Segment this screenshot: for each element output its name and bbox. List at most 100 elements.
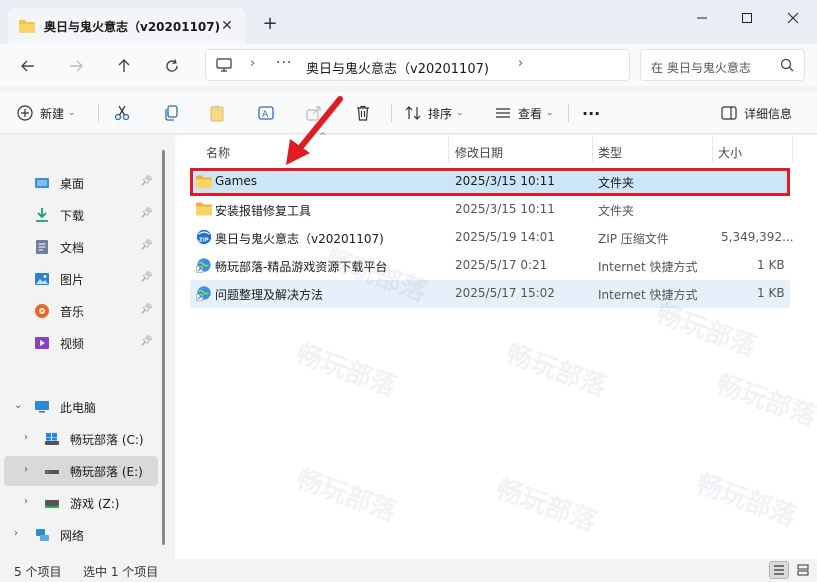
sidebar-item-desktop[interactable]: 桌面 📌︎ (4, 168, 158, 198)
share-button[interactable] (305, 100, 323, 126)
desktop-icon (35, 178, 49, 188)
breadcrumb-chevron-icon[interactable]: › (250, 56, 255, 71)
pin-icon[interactable]: 📌︎ (140, 272, 153, 284)
close-tab-icon[interactable]: ✕ (218, 17, 236, 35)
pin-icon[interactable]: 📌︎ (140, 240, 153, 252)
copy-button[interactable] (162, 100, 180, 126)
paste-icon (210, 105, 224, 122)
pin-icon[interactable]: 📌︎ (140, 336, 153, 348)
watermark-text: 畅玩部落 (492, 473, 601, 538)
details-pane-button[interactable]: 详细信息 (720, 100, 792, 126)
share-icon (306, 106, 321, 121)
column-divider[interactable] (792, 135, 793, 163)
sidebar-item-music[interactable]: 音乐 📌︎ (4, 296, 158, 326)
column-header-type[interactable]: 类型 (598, 141, 622, 165)
sidebar-item-pictures[interactable]: 图片 📌︎ (4, 264, 158, 294)
breadcrumb-current-folder[interactable]: 奥日与鬼火意志（v20201107) (306, 58, 489, 77)
back-arrow-icon[interactable] (14, 52, 42, 80)
table-row[interactable]: ZIP 奥日与鬼火意志（v20201107) 2025/5/19 14:01 Z… (190, 224, 794, 252)
column-divider[interactable] (712, 135, 713, 163)
pin-icon[interactable]: 📌︎ (140, 304, 153, 316)
file-type: 文件夹 (598, 204, 635, 218)
refresh-icon[interactable] (158, 52, 186, 80)
column-divider[interactable] (448, 135, 449, 163)
sort-ascending-icon: ^ (319, 132, 327, 142)
pin-icon[interactable]: 📌︎ (140, 208, 153, 220)
sidebar-item-drive-z[interactable]: › 游戏 (Z:) (4, 488, 158, 518)
chevron-right-icon[interactable]: › (24, 496, 28, 507)
file-type: 文件夹 (598, 176, 635, 190)
chevron-down-icon[interactable]: ⌄ (14, 400, 22, 411)
view-button-label: 查看 (518, 106, 543, 121)
new-button[interactable]: 新建 ⌄ (16, 100, 76, 126)
chevron-down-icon: ⌄ (456, 108, 464, 118)
search-box[interactable]: 在 奥日与鬼火意志 (640, 49, 805, 81)
details-view-icon[interactable] (769, 561, 789, 579)
file-size: 1 KB (757, 286, 785, 300)
column-header-size[interactable]: 大小 (718, 141, 742, 165)
column-divider[interactable] (592, 135, 593, 163)
file-date: 2025/5/19 14:01 (455, 230, 555, 244)
chevron-right-icon[interactable]: › (14, 528, 18, 539)
address-bar[interactable]: › ··· 奥日与鬼火意志（v20201107) › (205, 49, 630, 81)
up-arrow-icon[interactable] (110, 52, 138, 80)
close-window-icon[interactable] (775, 4, 811, 32)
rename-button[interactable]: A (257, 100, 275, 126)
sidebar-item-documents[interactable]: 文档 📌︎ (4, 232, 158, 262)
trash-icon (357, 105, 369, 121)
sidebar-item-network[interactable]: › 网络 (4, 520, 158, 550)
new-button-label: 新建 (40, 106, 65, 121)
breadcrumb-chevron-icon[interactable]: › (518, 56, 523, 71)
copy-icon (165, 105, 178, 121)
sidebar-scrollbar[interactable] (162, 150, 165, 545)
search-icon[interactable] (780, 58, 794, 72)
sidebar-item-drive-c[interactable]: › 畅玩部落 (C:) (4, 424, 158, 454)
sidebar-item-label: 桌面 (60, 176, 85, 191)
new-tab-button[interactable]: + (258, 12, 282, 36)
sidebar-item-drive-e[interactable]: › 畅玩部落 (E:) (4, 456, 158, 486)
view-button[interactable]: 查看 ⌄ (494, 100, 554, 126)
sort-button-label: 排序 (428, 106, 453, 121)
paste-button[interactable] (208, 100, 226, 126)
delete-button[interactable] (354, 100, 372, 126)
watermark-text: 畅玩部落 (292, 338, 401, 403)
network-drive-icon (45, 500, 59, 508)
cut-button[interactable] (113, 100, 131, 126)
table-row[interactable]: Games 2025/3/15 10:11 文件夹 (190, 168, 790, 196)
video-icon (35, 337, 49, 349)
chevron-right-icon[interactable]: › (24, 432, 28, 443)
rename-icon: A (258, 106, 274, 120)
sidebar-item-this-pc[interactable]: ⌄ 此电脑 (4, 392, 158, 422)
chevron-right-icon[interactable]: › (24, 464, 28, 475)
minimize-icon[interactable] (684, 4, 720, 32)
sort-button[interactable]: 排序 ⌄ (404, 100, 464, 126)
sidebar-item-label: 图片 (60, 272, 85, 287)
table-row[interactable]: 问题整理及解决方法 2025/5/17 15:02 Internet 快捷方式 … (190, 280, 790, 308)
maximize-icon[interactable] (729, 4, 765, 32)
drive-icon (45, 470, 59, 474)
music-icon (35, 304, 49, 318)
column-header-modified[interactable]: 修改日期 (455, 141, 503, 165)
add-circle-icon (17, 105, 33, 121)
item-count: 5 个项目 (14, 565, 62, 579)
pin-icon[interactable]: 📌︎ (140, 176, 153, 188)
sidebar-item-label: 文档 (60, 240, 85, 255)
chevron-down-icon: ⌄ (546, 108, 554, 118)
selection-count: 选中 1 个项目 (83, 565, 159, 579)
pictures-icon (35, 273, 49, 285)
sidebar-item-downloads[interactable]: 下载 📌︎ (4, 200, 158, 230)
file-name: 畅玩部落-精品游戏资源下载平台 (215, 260, 388, 274)
more-options-button[interactable]: ··· (582, 100, 600, 126)
watermark-text: 畅玩部落 (292, 463, 401, 528)
forward-arrow-icon[interactable] (62, 52, 90, 80)
tiles-view-icon[interactable] (793, 561, 813, 579)
file-type: Internet 快捷方式 (598, 288, 698, 302)
svg-text:A: A (262, 110, 269, 120)
table-row[interactable]: 安装报错修复工具 2025/3/15 10:11 文件夹 (190, 196, 790, 224)
sidebar-item-videos[interactable]: 视频 📌︎ (4, 328, 158, 358)
breadcrumb-overflow[interactable]: ··· (276, 55, 292, 71)
tab-active[interactable]: 奥日与鬼火意志（v20201107) ✕ (8, 8, 246, 44)
column-header-name[interactable]: 名称 (206, 141, 230, 165)
file-size: 1 KB (757, 258, 785, 272)
table-row[interactable]: 畅玩部落-精品游戏资源下载平台 2025/5/17 0:21 Internet … (190, 252, 790, 280)
